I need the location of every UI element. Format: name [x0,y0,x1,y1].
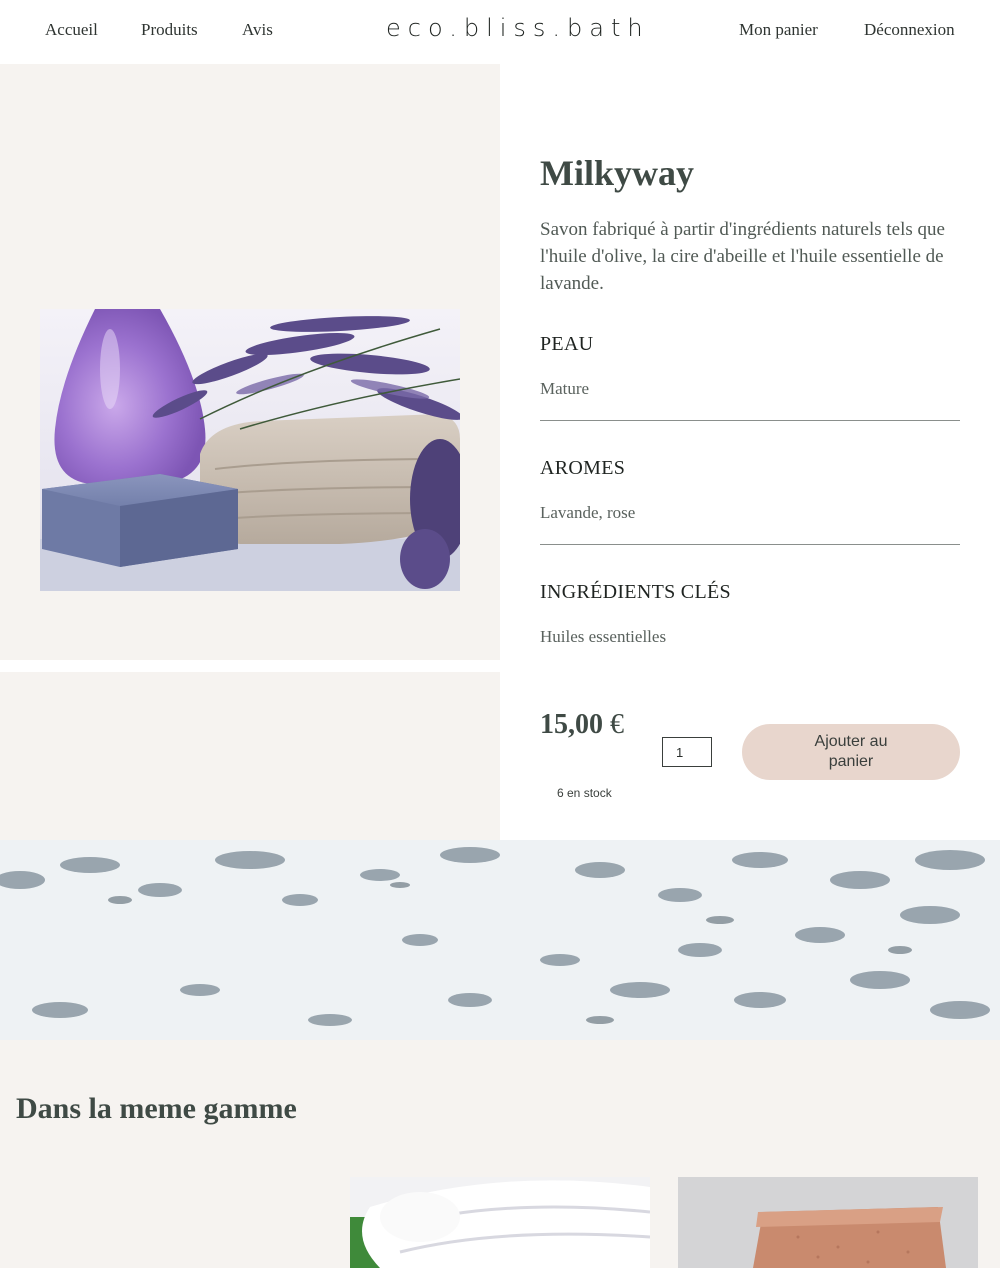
nav-link-logout[interactable]: Déconnexion [864,20,955,40]
product-price: 15,00 € [540,704,630,745]
related-product-card[interactable] [350,1177,650,1268]
attr-value-scents: Lavande, rose [540,503,636,522]
attr-label-scents: AROMES [540,457,626,479]
attr-value-ingredients: Huiles essentielles [540,627,667,646]
price-currency: € [610,709,624,740]
nav-link-avis[interactable]: Avis [242,20,273,40]
nav-link-cart[interactable]: Mon panier [739,20,818,40]
related-products-title: Dans la meme gamme [16,1092,297,1125]
attr-label-ingredients: INGRÉDIENTS CLÉS [540,581,731,603]
divider [540,544,960,545]
related-product-card[interactable] [678,1177,978,1268]
nav-link-accueil[interactable]: Accueil [45,20,98,40]
product-image-panel-lower [0,672,500,840]
price-amount: 15,00 [540,709,603,740]
stock-status: 6 en stock [557,786,612,800]
site-header: Accueil Produits Avis eco.bliss.bath Mon… [0,0,1000,64]
attr-label-skin: PEAU [540,333,594,355]
foam-banner-image [0,840,1000,1040]
nav-link-produits[interactable]: Produits [141,20,198,40]
divider [540,420,960,421]
brand-logo[interactable]: eco.bliss.bath [386,14,650,42]
product-description: Savon fabriqué à partir d'ingrédients na… [540,219,945,294]
add-to-cart-button[interactable]: Ajouter au panier [742,724,960,780]
product-title: Milkyway [540,153,695,193]
quantity-input[interactable] [662,737,712,767]
product-image [40,309,460,591]
attr-value-skin: Mature [540,379,590,398]
